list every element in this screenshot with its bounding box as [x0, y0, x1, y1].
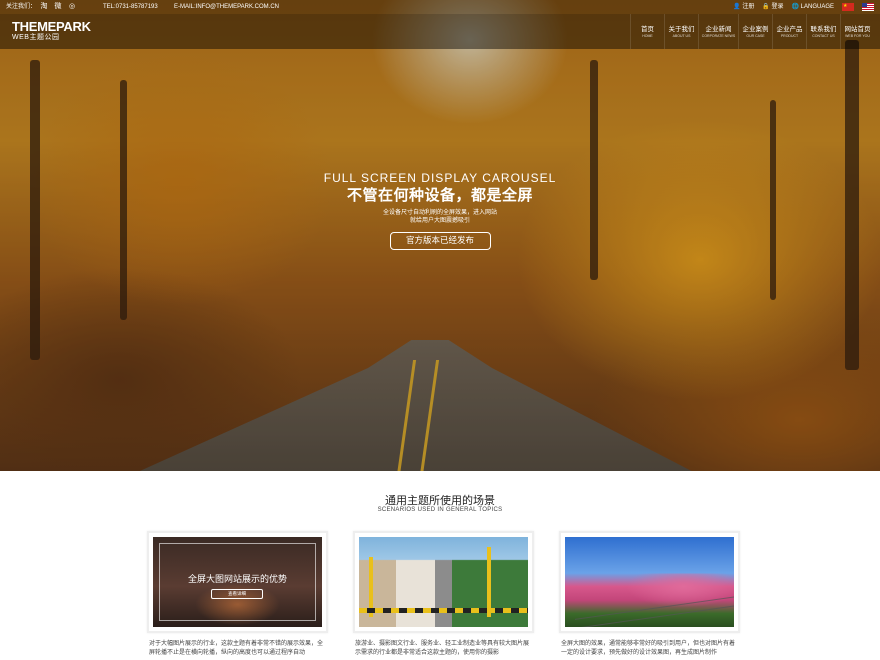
- card-image: 全屏大图网站展示的优势 查看详细: [153, 537, 322, 627]
- language-label: LANGUAGE: [800, 4, 834, 10]
- card-image-frame: [353, 531, 534, 633]
- nav-label: 关于我们: [668, 26, 695, 33]
- nav-item-news[interactable]: 企业新闻 CORPORATE NEWS: [698, 14, 738, 49]
- nav-sublabel: WEB FOR YOU: [845, 34, 870, 38]
- login-label: 登录: [771, 4, 784, 10]
- telephone-text: TEL:0731-85787193: [103, 4, 158, 10]
- nav-label: 联系我们: [810, 26, 837, 33]
- top-info-bar: 关注我们： 淘 微 ◎ TEL:0731-85787193 E-MAIL:INF…: [0, 0, 880, 14]
- card-description: 旅游业、摄影图文行业、服务业、轻工业制造业等具有较大图片展示需求的行业都是非常适…: [355, 641, 530, 656]
- follow-us-label: 关注我们：: [6, 4, 37, 10]
- section-subtitle: SCENARIOS USED IN GENERAL TOPICS: [377, 507, 503, 513]
- nav-sublabel: CORPORATE NEWS: [701, 34, 736, 38]
- card-image: [359, 537, 528, 627]
- card-image-frame: [559, 531, 740, 633]
- section-title: 通用主题所使用的场景: [385, 495, 495, 507]
- social-links: 淘 微 ◎: [40, 0, 76, 14]
- hero-title-cn: 不管在何种设备，都是全屏: [346, 187, 533, 204]
- us-flag-icon[interactable]: [862, 3, 874, 11]
- nav-label: 首页: [641, 26, 654, 33]
- card-image: [565, 537, 734, 627]
- nav-item-about[interactable]: 关于我们 ABOUT US: [664, 14, 698, 49]
- nav-label: 企业案例: [742, 26, 769, 33]
- logo-subtitle: WEB主题公园: [12, 34, 60, 41]
- topbar-right: 👤 注册 🔒 登录 🌐 LANGUAGE: [733, 0, 874, 14]
- nav-item-products[interactable]: 企业产品 PRODUCT: [772, 14, 806, 49]
- nav-sublabel: PRODUCT: [780, 34, 799, 38]
- hero-caption: FULL SCREEN DISPLAY CAROUSEL 不管在何种设备，都是全…: [280, 171, 600, 250]
- scenario-card[interactable]: 旅游业、摄影图文行业、服务业、轻工业制造业等具有较大图片展示需求的行业都是非常适…: [353, 531, 534, 658]
- register-link[interactable]: 👤 注册: [733, 0, 754, 14]
- scenario-card[interactable]: 全屏大图网站展示的优势 查看详细 对于大幅图片展示的行业，这款主题有着非常不错的…: [147, 531, 328, 658]
- weibo-icon[interactable]: 微: [54, 0, 62, 14]
- nav-label: 企业产品: [776, 26, 803, 33]
- nav-item-home[interactable]: 首页 HOME: [630, 14, 664, 49]
- card-overlay-title: 全屏大图网站展示的优势: [187, 574, 287, 584]
- main-header: THEMEPARK WEB主题公园 首页 HOME 关于我们 ABOUT US …: [0, 14, 880, 49]
- nav-sublabel: ABOUT US: [672, 34, 691, 38]
- card-image-frame: 全屏大图网站展示的优势 查看详细: [147, 531, 328, 633]
- china-flag-icon[interactable]: [842, 0, 854, 13]
- railway-track: [575, 595, 734, 627]
- nav-label: 网站首页: [844, 26, 871, 33]
- main-nav: 首页 HOME 关于我们 ABOUT US 企业新闻 CORPORATE NEW…: [630, 14, 874, 49]
- card-description: 对于大幅图片展示的行业，这款主题有着非常不错的展示效果，全屏轮播不止是在横向轮播…: [149, 641, 324, 656]
- email-text: E-MAIL:INFO@THEMEPARK.COM.CN: [174, 4, 279, 10]
- register-label: 注册: [742, 4, 755, 10]
- barrier-stripe: [359, 608, 528, 613]
- card-description: 全屏大图的效果，通常能够非常好的吸引到用户，但也对图片有着一定的设计要求，预先做…: [561, 641, 736, 656]
- nav-item-contact[interactable]: 联系我们 CONTACT US: [806, 14, 840, 49]
- site-logo[interactable]: THEMEPARK WEB主题公园: [12, 19, 91, 42]
- wechat-icon[interactable]: ◎: [68, 0, 76, 14]
- nav-sublabel: HOME: [642, 34, 653, 38]
- scenario-card[interactable]: 全屏大图的效果，通常能够非常好的吸引到用户，但也对图片有着一定的设计要求，预先做…: [559, 531, 740, 658]
- nav-item-cases[interactable]: 企业案例 OUR CASE: [738, 14, 772, 49]
- crossing-pole: [487, 547, 491, 617]
- hero-release-button[interactable]: 官方版本已经发布: [389, 232, 491, 250]
- hero-description-line1: 全设备尺寸自动利刷的全屏效果，进入网站: [382, 210, 497, 216]
- logo-brand: THEMEPARK: [12, 19, 91, 34]
- language-selector[interactable]: 🌐 LANGUAGE: [792, 0, 834, 14]
- hero-carousel: FULL SCREEN DISPLAY CAROUSEL 不管在何种设备，都是全…: [0, 0, 880, 471]
- login-link[interactable]: 🔒 登录: [762, 0, 783, 14]
- hero-description-line2: 就给用户大图震撼吸引: [409, 218, 470, 224]
- nav-sublabel: CONTACT US: [812, 34, 835, 38]
- nav-item-site[interactable]: 网站首页 WEB FOR YOU: [840, 14, 874, 49]
- nav-sublabel: OUR CASE: [746, 34, 765, 38]
- card-detail-button[interactable]: 查看详细: [211, 589, 263, 599]
- nav-label: 企业新闻: [705, 26, 732, 33]
- hero-title-en: FULL SCREEN DISPLAY CAROUSEL: [323, 171, 557, 185]
- taobao-icon[interactable]: 淘: [40, 0, 48, 14]
